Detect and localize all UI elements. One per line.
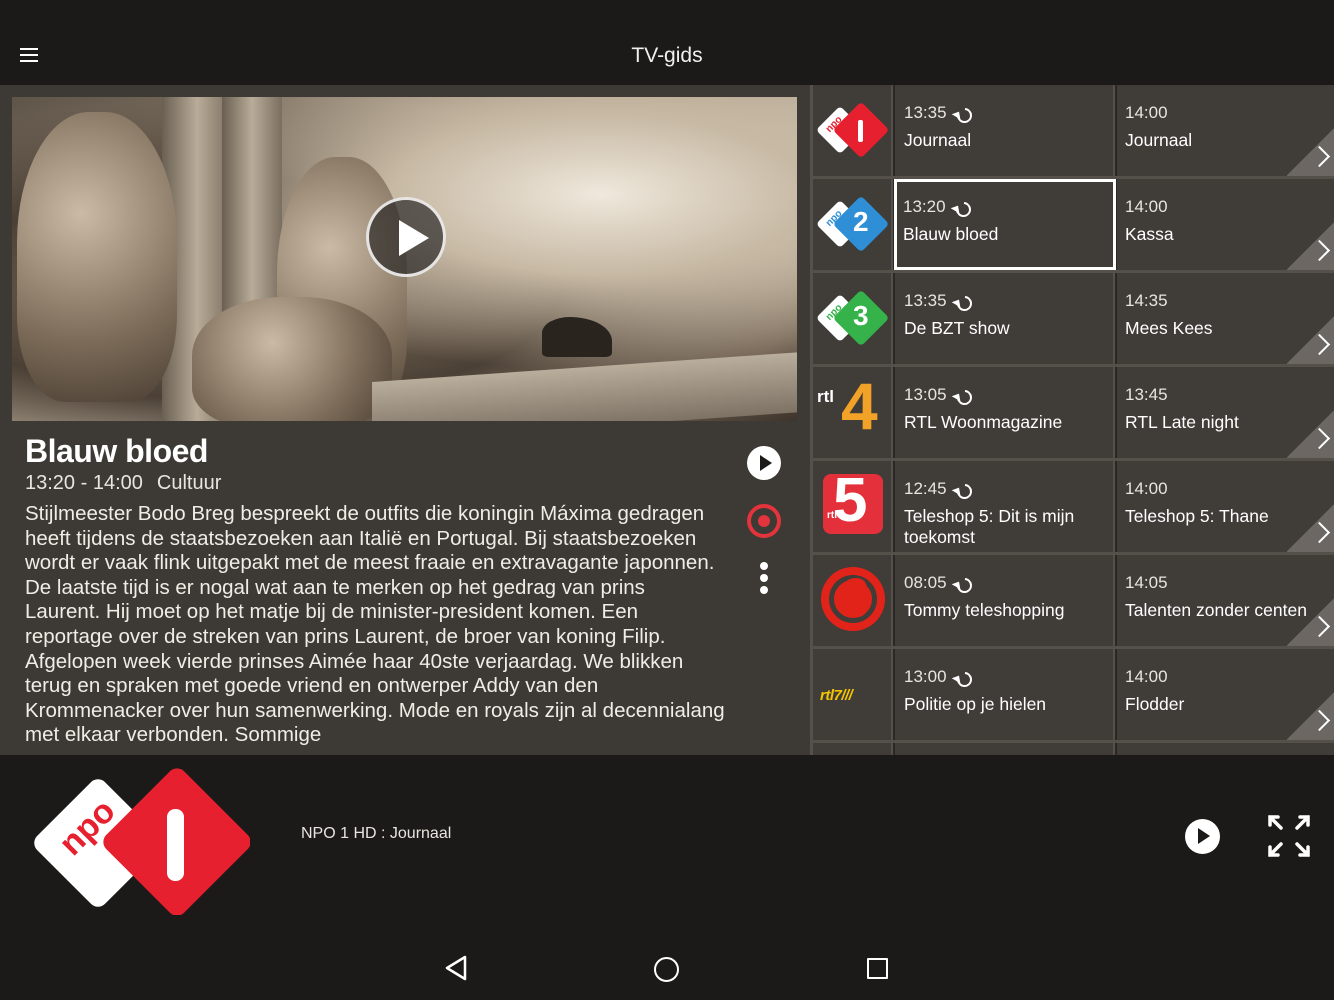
guide-row-rtl4: rtl 4 13:05 RTL Woonmagazine 13:45 RTL L… [813,367,1334,461]
program-meta: 13:20 - 14:00 Cultuur [25,472,221,495]
rtl7-logo-icon: rtl7/// [820,687,853,704]
now-time: 13:35 [904,103,947,122]
next-time: 14:00 [1125,103,1168,122]
guide-row-npo1: npo 13:35 Journaal 14:00 Journaal [813,85,1334,179]
channel-logo-cell: npo [813,85,893,176]
channel-logo-cell: rtl 4 [813,367,893,458]
now-time: 13:05 [904,385,947,404]
program-description: Stijlmeester Bodo Breg bespreekt de outf… [25,502,725,747]
chevron-right-icon[interactable] [1287,688,1334,740]
channel-logo-cell: 6 [813,555,893,646]
recent-apps-icon[interactable] [867,958,888,979]
now-time: 13:20 [903,197,946,216]
channel-logo-cell: 5 rtl [813,461,893,552]
now-program-cell[interactable]: 13:35 Journaal [895,85,1115,176]
now-program-cell[interactable]: 13:00 Politie op je hielen [895,649,1115,740]
now-program-cell-selected[interactable]: 13:20 Blauw bloed [894,179,1116,270]
chevron-right-icon[interactable] [1287,406,1334,458]
next-program-cell[interactable]: 14:00 Journaal [1117,85,1334,176]
npo1-logo-icon: npo [30,765,251,916]
chevron-right-icon[interactable] [1287,218,1334,270]
next-program-cell[interactable]: 14:05 Talenten zonder centen [1117,555,1334,646]
replay-icon [953,574,975,596]
guide-row-npo3: npo 3 13:35 De BZT show 14:35 Mees Kees [813,273,1334,367]
next-time: 14:05 [1125,573,1168,592]
guide-row-sbs6: 6 08:05 Tommy teleshopping 14:05 Talente… [813,555,1334,649]
next-time: 14:00 [1125,197,1168,216]
chevron-right-icon[interactable] [1287,124,1334,176]
replay-icon [953,386,975,408]
next-time: 14:00 [1125,479,1168,498]
fullscreen-icon[interactable] [1268,815,1310,857]
android-nav-bar [0,915,1334,1000]
next-program-cell[interactable]: 14:35 Mees Kees [1117,273,1334,364]
back-icon[interactable] [444,955,468,981]
now-time: 12:45 [904,479,947,498]
channel-logo-cell: npo 3 [813,273,893,364]
home-icon[interactable] [654,957,679,982]
now-program-cell[interactable]: 08:05 Tommy teleshopping [895,555,1115,646]
guide-row-npo2: npo 2 13:20 Blauw bloed 14:00 Kassa [813,179,1334,273]
npo1-logo-icon: npo [815,99,890,161]
replay-icon [952,198,974,220]
guide-row-rtl5: 5 rtl 12:45 Teleshop 5: Dit is mijn toek… [813,461,1334,555]
next-program-cell[interactable]: 14:00 Kassa [1117,179,1334,270]
npo2-logo-icon: npo 2 [815,193,890,255]
now-title: RTL Woonmagazine [904,412,1063,432]
now-program-cell[interactable]: 13:35 De BZT show [895,273,1115,364]
now-title: Teleshop 5: Dit is mijn toekomst [904,506,1075,547]
now-title: Blauw bloed [903,224,999,244]
play-icon[interactable] [747,446,781,480]
guide-row-partial [813,743,1334,755]
tv-guide-list: npo 13:35 Journaal 14:00 Journaal npo 2 … [810,85,1334,755]
replay-icon [953,480,975,502]
now-title: Politie op je hielen [904,694,1047,714]
now-time: 13:35 [904,291,947,310]
now-program-cell[interactable]: 12:45 Teleshop 5: Dit is mijn toekomst [895,461,1115,552]
channel-logo-cell: npo 2 [813,179,893,270]
program-hero-image [12,97,797,421]
next-time: 13:45 [1125,385,1168,404]
more-options-icon[interactable] [757,562,771,596]
now-title: Journaal [904,130,972,150]
rtl5-logo-icon: 5 rtl [819,469,887,537]
record-icon[interactable] [747,504,781,538]
program-detail-panel: Blauw bloed 13:20 - 14:00 Cultuur Stijlme… [0,85,810,755]
now-program-cell[interactable]: 13:05 RTL Woonmagazine [895,367,1115,458]
replay-icon [953,104,975,126]
player-play-icon[interactable] [1185,819,1220,854]
replay-icon [953,292,975,314]
page-title: TV-gids [631,44,703,67]
hero-play-button[interactable] [366,197,446,277]
npo3-logo-icon: npo 3 [815,287,890,349]
now-time: 13:00 [904,667,947,686]
next-time: 14:35 [1125,291,1168,310]
program-time: 13:20 - 14:00 [25,472,143,494]
next-program-cell[interactable]: 14:00 Flodder [1117,649,1334,740]
top-app-bar: TV-gids [0,0,1334,85]
hero-statue [192,297,392,421]
program-title: Blauw bloed [25,433,208,469]
replay-icon [953,668,975,690]
hero-quadriga [542,317,612,357]
now-title: Tommy teleshopping [904,600,1065,620]
guide-row-rtl7: rtl7/// 13:00 Politie op je hielen 14:00… [813,649,1334,743]
program-genre: Cultuur [156,472,222,494]
rtl4-logo-icon: rtl 4 [817,369,878,443]
sbs6-logo-icon: 6 [819,566,887,631]
mini-player: npo NPO 1 HD : Journaal [0,755,1334,916]
next-program-cell[interactable]: 13:45 RTL Late night [1117,367,1334,458]
hero-roof [372,351,797,421]
hero-statue [17,112,177,402]
now-playing-label: NPO 1 HD : Journaal [301,825,452,842]
now-time: 08:05 [904,573,947,592]
next-program-cell[interactable]: 14:00 Teleshop 5: Thane [1117,461,1334,552]
now-title: De BZT show [904,318,1010,338]
chevron-right-icon[interactable] [1287,500,1334,552]
channel-logo-cell: rtl7/// [813,649,893,740]
chevron-right-icon[interactable] [1287,594,1334,646]
next-time: 14:00 [1125,667,1168,686]
chevron-right-icon[interactable] [1287,312,1334,364]
